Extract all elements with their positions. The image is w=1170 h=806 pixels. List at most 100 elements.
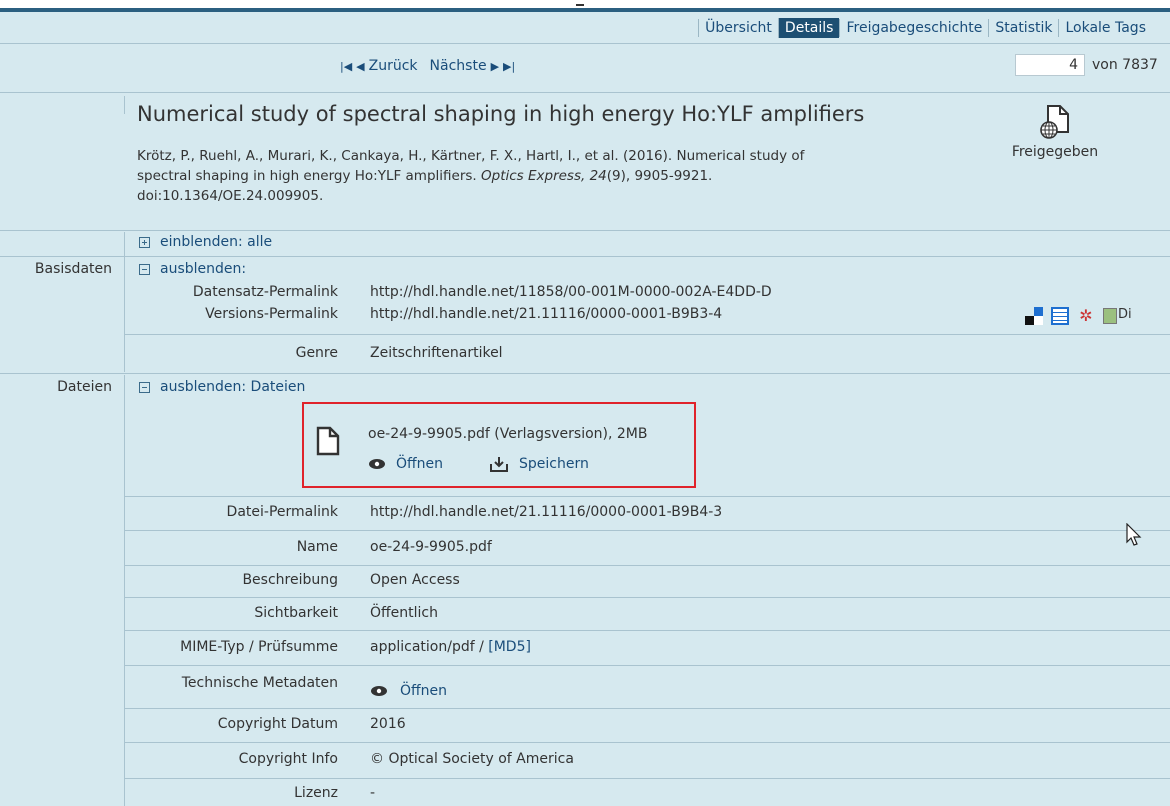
citation-journal: Optics Express, 24 [481, 168, 607, 184]
file-entry: oe-24-9-9905.pdf (Verlagsversion), 2MB Ö… [302, 402, 696, 488]
open-file-button[interactable]: Öffnen [368, 456, 443, 472]
citation-text: (9), 9905-9921. [606, 168, 713, 184]
expand-all-link[interactable]: einblenden: alle [160, 234, 272, 250]
citation: Krötz, P., Ruehl, A., Murari, K., Cankay… [137, 146, 967, 206]
divider [0, 256, 1170, 257]
network-export-icon[interactable]: ✲ [1077, 307, 1095, 325]
name-value: oe-24-9-9905.pdf [370, 539, 492, 555]
divider [0, 43, 1170, 44]
divider [124, 530, 1170, 531]
technical-metadata-link[interactable]: Öffnen [400, 683, 447, 699]
divider [0, 92, 1170, 93]
mime-checksum-label: MIME-Typ / Prüfsumme [180, 639, 338, 655]
export-icon-1[interactable] [1025, 307, 1043, 325]
release-status: Freigegeben [1000, 104, 1110, 160]
divider [124, 597, 1170, 598]
citation-text: spectral shaping in high energy Ho:YLF a… [137, 168, 481, 184]
section-label-basis: Basisdaten [34, 261, 112, 277]
divider [124, 334, 1170, 335]
prev-icon[interactable]: ◀ [356, 60, 364, 73]
technical-metadata-open[interactable]: Öffnen [370, 683, 447, 699]
expand-all-toggle[interactable]: einblenden: alle [139, 234, 272, 250]
top-strip [0, 0, 1170, 12]
divider [0, 230, 1170, 231]
released-globe-icon [1040, 105, 1069, 139]
genre-label: Genre [295, 345, 338, 361]
broken-image-icon[interactable]: Di [1103, 307, 1136, 325]
prev-link[interactable]: Zurück [369, 58, 418, 74]
md5-link[interactable]: [MD5] [488, 639, 531, 655]
divider [124, 778, 1170, 779]
copyright-date-label: Copyright Datum [217, 716, 338, 732]
file-permalink-label: Datei-Permalink [226, 504, 338, 520]
collapse-basis-link[interactable]: ausblenden: [160, 261, 246, 277]
record-title: Numerical study of spectral shaping in h… [137, 102, 865, 126]
save-file-link[interactable]: Speichern [519, 456, 589, 472]
collapse-basis-toggle[interactable]: ausblenden: [139, 261, 246, 277]
file-permalink-link[interactable]: http://hdl.handle.net/21.11116/0000-0001… [370, 504, 722, 520]
visibility-value: Öffentlich [370, 605, 438, 621]
list-export-icon[interactable] [1051, 307, 1069, 325]
copyright-info-value: © Optical Society of America [370, 751, 574, 767]
section-label-files: Dateien [57, 379, 112, 395]
citation-line: doi:10.1364/OE.24.009905. [137, 188, 324, 204]
genre-value: Zeitschriftenartikel [370, 345, 503, 361]
save-file-button[interactable]: Speichern [489, 456, 589, 472]
view-tabs: Übersicht Details Freigabegeschichte Sta… [698, 18, 1152, 38]
license-value: - [370, 785, 376, 801]
collapse-icon [139, 381, 150, 393]
file-actions: Öffnen Speichern [368, 456, 589, 472]
tab-release-history[interactable]: Freigabegeschichte [839, 19, 988, 37]
description-label: Beschreibung [242, 572, 338, 588]
mime-checksum-value: application/pdf / [MD5] [370, 639, 531, 655]
page-total: von 7837 [1092, 57, 1158, 73]
next-link[interactable]: Nächste [430, 58, 487, 74]
top-border [0, 8, 1170, 12]
citation-line: Krötz, P., Ruehl, A., Murari, K., Cankay… [137, 148, 805, 164]
name-label: Name [296, 539, 338, 555]
description-value: Open Access [370, 572, 460, 588]
divider [0, 373, 1170, 374]
download-tray-icon [490, 457, 509, 472]
divider [124, 630, 1170, 631]
visibility-label: Sichtbarkeit [254, 605, 338, 621]
datensatz-permalink-label: Datensatz-Permalink [192, 284, 338, 300]
first-page-icon[interactable]: |◀ [340, 60, 352, 73]
status-label: Freigegeben [1011, 144, 1099, 160]
collapse-files-link[interactable]: ausblenden: Dateien [160, 379, 305, 395]
collapse-icon [139, 263, 150, 275]
pager: |◀ ◀ Zurück Nächste ▶ ▶| [340, 58, 515, 74]
divider [124, 708, 1170, 709]
title-fragment [576, 0, 584, 6]
copyright-date-value: 2016 [370, 716, 406, 732]
mime-type: application/pdf / [370, 639, 489, 655]
last-page-icon[interactable]: ▶| [503, 60, 515, 73]
license-label: Lizenz [294, 785, 338, 801]
divider [124, 565, 1170, 566]
copyright-info-label: Copyright Info [238, 751, 338, 767]
tab-details[interactable]: Details [777, 18, 840, 38]
divider [124, 665, 1170, 666]
collapse-files-toggle[interactable]: ausblenden: Dateien [139, 379, 305, 395]
mouse-cursor-icon [1126, 523, 1142, 546]
citation-line: spectral shaping in high energy Ho:YLF a… [137, 166, 967, 186]
next-icon[interactable]: ▶ [491, 60, 499, 73]
file-name: oe-24-9-9905.pdf (Verlagsversion), 2MB [368, 426, 648, 442]
expand-icon [139, 236, 150, 248]
open-file-link[interactable]: Öffnen [396, 456, 443, 472]
eye-icon [369, 459, 385, 469]
divider [124, 496, 1170, 497]
technical-metadata-label: Technische Metadaten [181, 675, 338, 691]
image-alt-text: Di [1118, 307, 1132, 322]
page-number-input[interactable]: 4 [1015, 54, 1085, 76]
tab-overview[interactable]: Übersicht [698, 19, 778, 37]
datensatz-permalink-link[interactable]: http://hdl.handle.net/11858/00-001M-0000… [370, 284, 772, 300]
divider [124, 232, 125, 372]
tab-local-tags[interactable]: Lokale Tags [1058, 19, 1152, 37]
versions-permalink-link[interactable]: http://hdl.handle.net/21.11116/0000-0001… [370, 306, 722, 322]
versions-permalink-label: Versions-Permalink [205, 306, 338, 322]
divider [124, 742, 1170, 743]
tab-statistics[interactable]: Statistik [988, 19, 1058, 37]
document-icon [316, 426, 340, 456]
eye-icon [371, 686, 387, 696]
